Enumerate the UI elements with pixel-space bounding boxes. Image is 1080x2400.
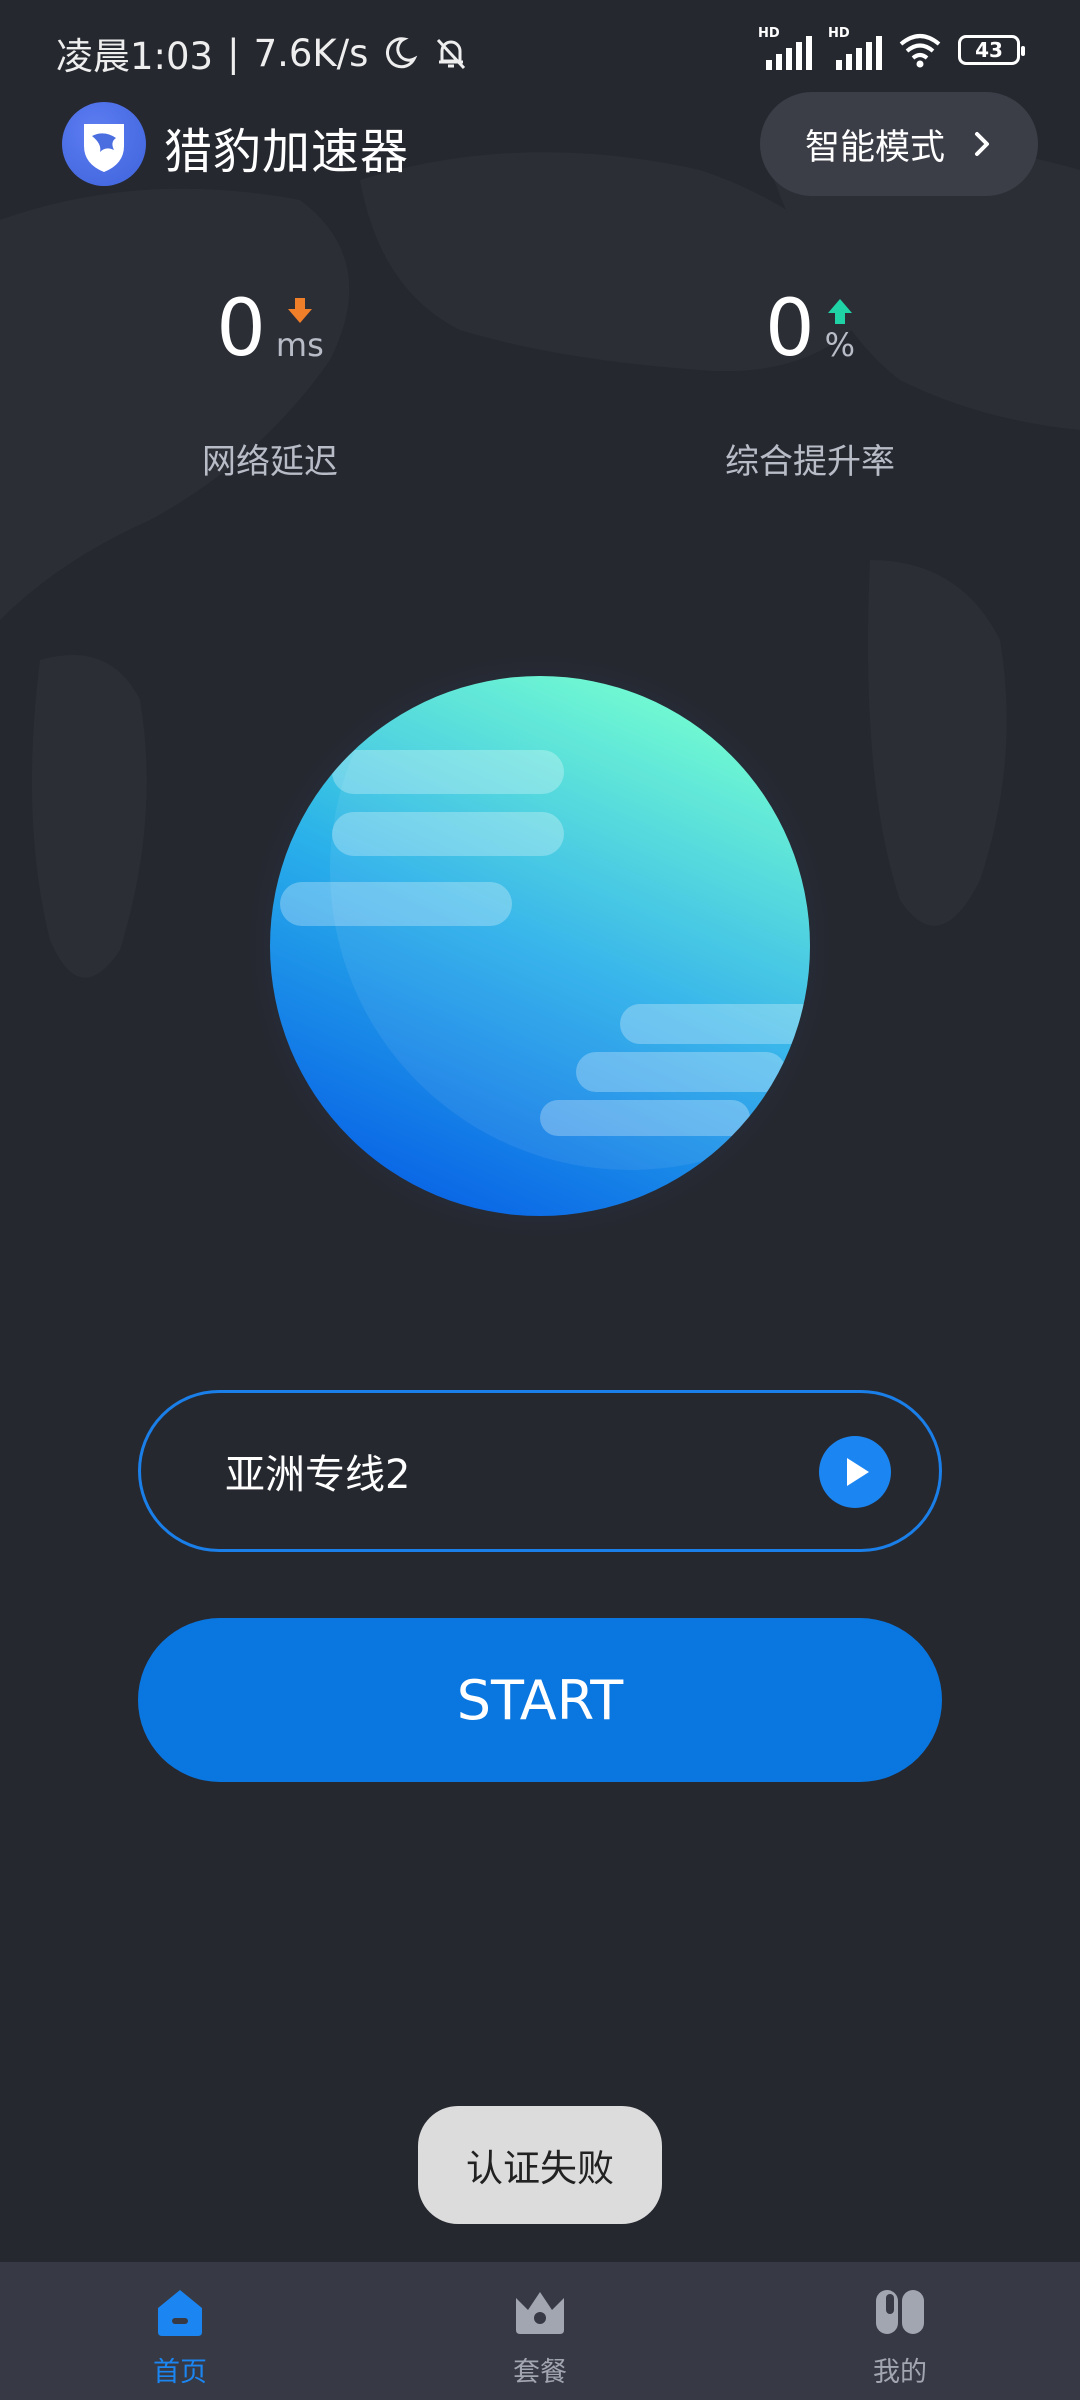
latency-label: 网络延迟 (202, 442, 338, 482)
latency-stat: 0 ms 网络延迟 (120, 290, 420, 483)
chevron-right-icon (975, 132, 989, 156)
status-bar: 凌晨1:03 | 7.6K/s HD HD 43 (0, 0, 1080, 96)
nav-item-profile[interactable]: 我的 (720, 2262, 1080, 2400)
line-select[interactable]: 亚洲专线2 (138, 1390, 942, 1552)
nav-label-profile: 我的 (873, 2357, 927, 2388)
wifi-icon (899, 34, 941, 68)
boost-unit: % (824, 326, 856, 364)
signal-icon: HD (828, 26, 882, 70)
battery-level: 43 (975, 38, 1003, 62)
app-logo (62, 102, 146, 186)
nav-item-home[interactable]: 首页 (0, 2262, 360, 2400)
app-title: 猎豹加速器 (164, 124, 410, 180)
toast-message: 认证失败 (418, 2106, 662, 2224)
home-icon (158, 2290, 202, 2336)
nav-label-plans: 套餐 (513, 2357, 567, 2388)
arrow-down-icon (287, 298, 312, 323)
smart-mode-button[interactable]: 智能模式 (760, 92, 1038, 196)
nav-item-plans[interactable]: 套餐 (360, 2262, 720, 2400)
start-button[interactable]: START (138, 1618, 942, 1782)
latency-unit: ms (275, 326, 324, 364)
accelerator-globe[interactable] (240, 640, 840, 1240)
boost-value: 0 (764, 284, 815, 374)
boost-label: 综合提升率 (725, 442, 895, 482)
crown-icon (516, 2292, 564, 2334)
status-right: HD HD 43 (758, 26, 1025, 70)
boost-stat: 0 % 综合提升率 (660, 290, 960, 483)
status-time: 凌晨1:03 (56, 35, 214, 78)
signal-icon: HD (758, 26, 812, 70)
nav-label-home: 首页 (153, 2357, 207, 2388)
latency-value: 0 (216, 284, 266, 374)
bell-off-icon (437, 38, 466, 70)
arrow-up-icon (827, 299, 852, 324)
profile-icon (876, 2290, 924, 2334)
line-name: 亚洲专线2 (225, 1452, 411, 1498)
bottom-nav: 首页 套餐 我的 (0, 2262, 1080, 2400)
battery-icon: 43 (958, 35, 1025, 65)
status-divider: | (227, 31, 240, 75)
play-icon[interactable] (819, 1436, 891, 1508)
panther-shield-icon (84, 124, 124, 172)
status-left: 凌晨1:03 | 7.6K/s (56, 26, 470, 80)
status-net-speed: 7.6K/s (253, 31, 369, 75)
moon-icon (386, 37, 418, 69)
smart-mode-label: 智能模式 (804, 127, 945, 168)
